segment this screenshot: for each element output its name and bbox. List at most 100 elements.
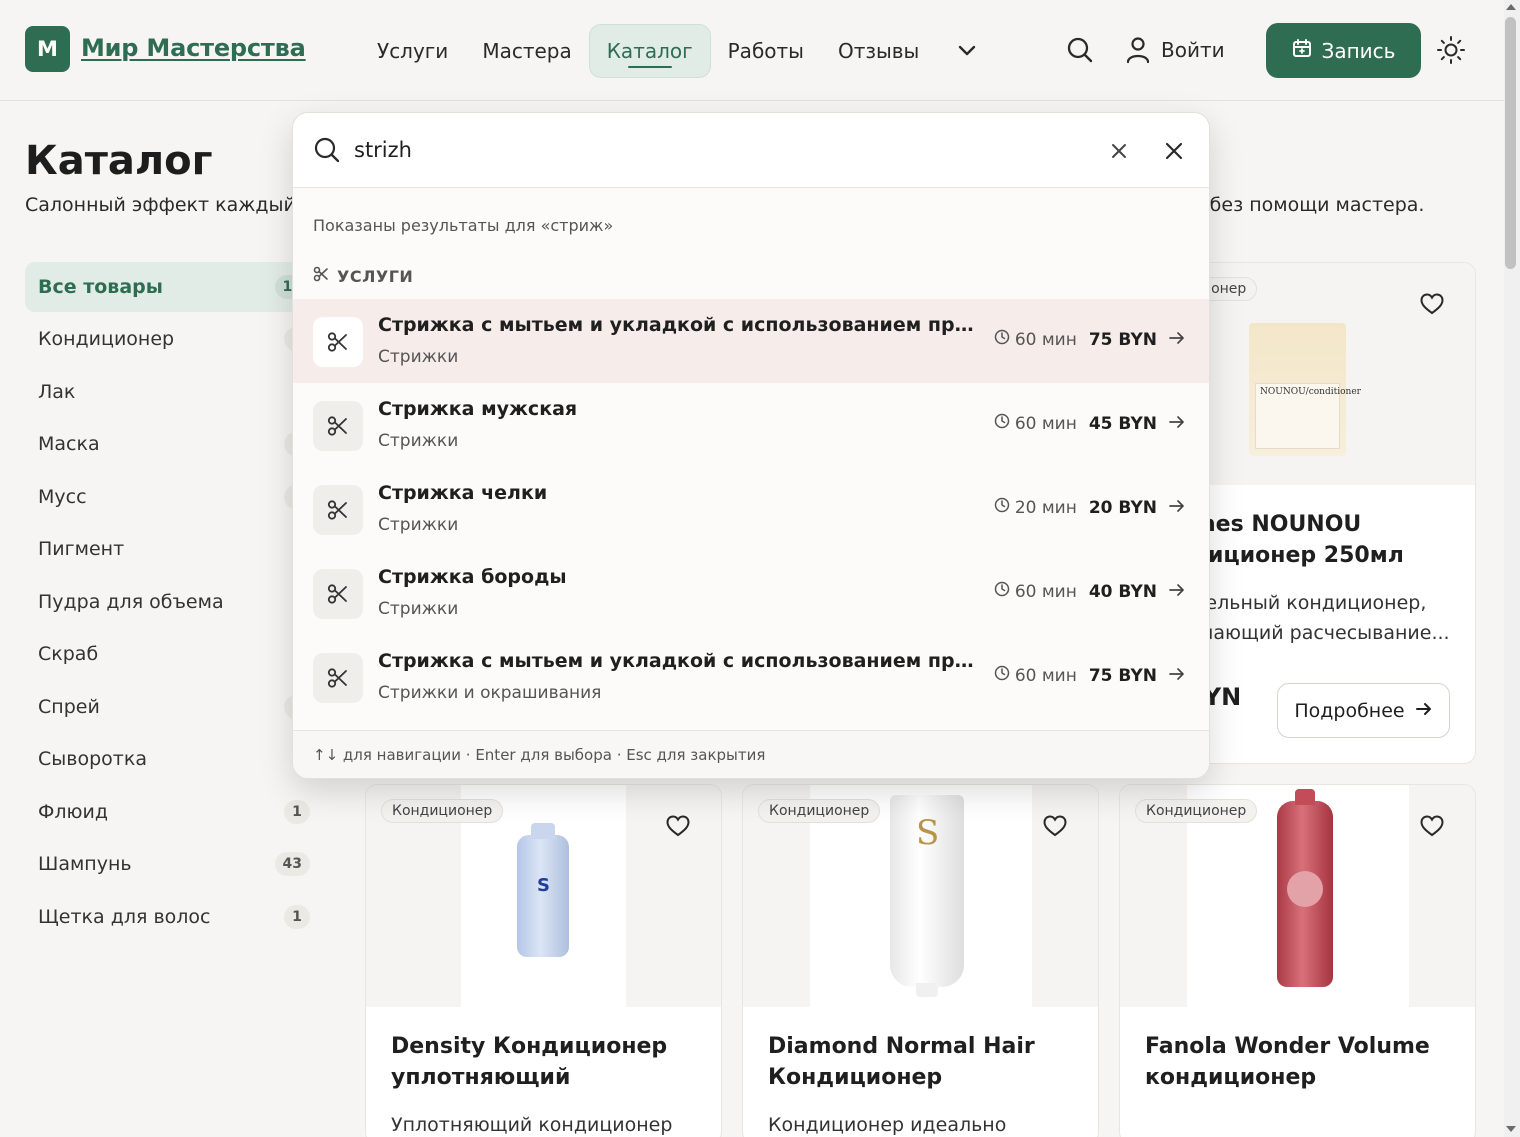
scroll-down-arrow[interactable] [1506, 1126, 1516, 1132]
arrow-right-icon [1169, 582, 1185, 602]
nav-reviews[interactable]: Отзывы [821, 24, 936, 78]
scrollbar-thumb[interactable] [1505, 17, 1516, 269]
user-icon[interactable] [1126, 36, 1150, 64]
category-label: Мусс [38, 486, 87, 508]
arrow-right-icon [1169, 414, 1185, 434]
clock-icon [994, 497, 1010, 518]
search-input[interactable] [354, 133, 1094, 167]
category-label: Маска [38, 433, 100, 455]
clock-icon [994, 329, 1010, 350]
scissors-icon [313, 266, 329, 286]
category-label: Щетка для волос [38, 906, 211, 928]
login-link[interactable]: Войти [1161, 38, 1225, 62]
search-dialog: Показаны результаты для «стриж» УСЛУГИ С… [292, 112, 1210, 779]
category-mousse[interactable]: Мусс1 [25, 472, 315, 522]
search-icon [313, 136, 341, 164]
result-category: Стрижки [378, 347, 459, 367]
product-card[interactable]: S Кондиционер Diamond Normal Hair Кондиц… [742, 784, 1099, 1137]
product-card[interactable]: S Кондиционер Density Кондиционер уплотн… [365, 784, 722, 1137]
sun-icon[interactable] [1436, 35, 1466, 65]
heart-icon[interactable] [1419, 291, 1445, 317]
search-bar [293, 113, 1209, 188]
category-spray[interactable]: Спрей1 [25, 682, 315, 732]
result-duration: 20 мин [1014, 497, 1077, 518]
category-conditioner[interactable]: Кондиционер1 [25, 314, 315, 364]
result-category: Стрижки и окрашивания [378, 683, 602, 703]
category-count: 1 [284, 800, 310, 824]
search-result-item[interactable]: Стрижка бороды Стрижки 60 мин 40 BYN [293, 551, 1209, 635]
category-fluid[interactable]: Флюид 1 [25, 787, 315, 837]
category-label: Шампунь [38, 853, 132, 875]
results-section-header: УСЛУГИ [313, 266, 413, 286]
category-label: Скраб [38, 643, 99, 665]
scissors-icon [313, 653, 363, 703]
density-bottle-image: S [517, 823, 569, 957]
scroll-up-arrow[interactable] [1506, 4, 1516, 10]
main-nav: Услуги Мастера Каталог Работы Отзывы [360, 23, 982, 79]
category-scrub[interactable]: Скраб [25, 629, 315, 679]
details-button[interactable]: Подробнее [1277, 683, 1450, 738]
page-title: Каталог [25, 138, 213, 184]
arrow-right-icon [1169, 666, 1185, 686]
product-description: Уплотняющий кондиционер [391, 1114, 673, 1136]
clear-icon[interactable] [1107, 139, 1131, 163]
category-mask[interactable]: Маска2 [25, 419, 315, 469]
result-price: 75 BYN [1088, 329, 1157, 350]
category-label: Флюид [38, 801, 108, 823]
nav-services[interactable]: Услуги [360, 24, 465, 78]
logo-mark[interactable]: М [25, 26, 70, 72]
site-header: М Мир Мастерства Услуги Мастера Каталог … [0, 0, 1504, 101]
category-shampoo[interactable]: Шампунь 43 [25, 839, 315, 889]
category-pigment[interactable]: Пигмент [25, 524, 315, 574]
result-duration: 60 мин [1014, 665, 1077, 686]
result-title: Стрижка с мытьем и укладкой с использова… [378, 314, 978, 336]
arrow-right-icon [1169, 330, 1185, 350]
category-label: Все товары [38, 276, 163, 298]
chevron-down-icon[interactable] [952, 36, 982, 66]
result-price: 75 BYN [1088, 665, 1157, 686]
search-result-item[interactable]: Стрижка с мытьем и укладкой с использова… [293, 635, 1209, 719]
search-results-note: Показаны результаты для «стриж» [313, 216, 614, 235]
scissors-icon [313, 401, 363, 451]
search-result-item[interactable]: Стрижка с мытьем и укладкой с использова… [293, 299, 1209, 383]
clock-icon [994, 581, 1010, 602]
book-button-label: Запись [1321, 38, 1396, 63]
category-all[interactable]: Все товары10 [25, 262, 315, 312]
category-volume-powder[interactable]: Пудра для объема [25, 577, 315, 627]
details-button-label: Подробнее [1294, 699, 1405, 722]
product-title[interactable]: Diamond Normal Hair Кондиционер [768, 1031, 1078, 1093]
product-title[interactable]: Density Кондиционер уплотняющий [391, 1031, 701, 1093]
logo-text[interactable]: Мир Мастерства [81, 34, 306, 62]
nav-catalog[interactable]: Каталог [588, 24, 711, 78]
nav-works[interactable]: Работы [711, 24, 821, 78]
heart-icon[interactable] [665, 813, 691, 839]
result-title: Стрижка с мытьем и укладкой с использова… [378, 650, 978, 672]
result-price: 20 BYN [1088, 497, 1157, 518]
keyboard-hints: ↑↓ для навигации · Enter для выбора · Es… [293, 730, 1209, 778]
product-title[interactable]: Fanola Wonder Volume кондиционер [1145, 1031, 1455, 1093]
category-badge: Кондиционер [381, 799, 504, 823]
search-result-item[interactable]: Стрижка мужская Стрижки 60 мин 45 BYN [293, 383, 1209, 467]
arrow-right-icon [1415, 700, 1433, 722]
product-description: Кондиционер идеально [768, 1114, 1007, 1136]
result-price: 45 BYN [1088, 413, 1157, 434]
close-icon[interactable] [1162, 139, 1186, 163]
book-button[interactable]: Запись [1266, 23, 1421, 78]
category-label: Пигмент [38, 538, 125, 560]
category-hairbrush[interactable]: Щетка для волос 1 [25, 892, 315, 942]
result-duration: 60 мин [1014, 581, 1077, 602]
search-result-item[interactable]: Стрижка челки Стрижки 20 мин 20 BYN [293, 467, 1209, 551]
arrow-right-icon [1169, 498, 1185, 518]
scissors-icon [313, 317, 363, 367]
category-label: Лак [38, 381, 76, 403]
category-label: Кондиционер [38, 328, 175, 350]
diamond-tube-image: S [890, 795, 964, 997]
search-icon[interactable] [1066, 36, 1094, 64]
product-card[interactable]: Кондиционер Fanola Wonder Volume кондици… [1119, 784, 1476, 1137]
nav-masters[interactable]: Мастера [465, 24, 588, 78]
category-serum[interactable]: Сыворотка [25, 734, 315, 784]
category-lacquer[interactable]: Лак [25, 367, 315, 417]
heart-icon[interactable] [1042, 813, 1068, 839]
heart-icon[interactable] [1419, 813, 1445, 839]
result-title: Стрижка челки [378, 482, 548, 504]
